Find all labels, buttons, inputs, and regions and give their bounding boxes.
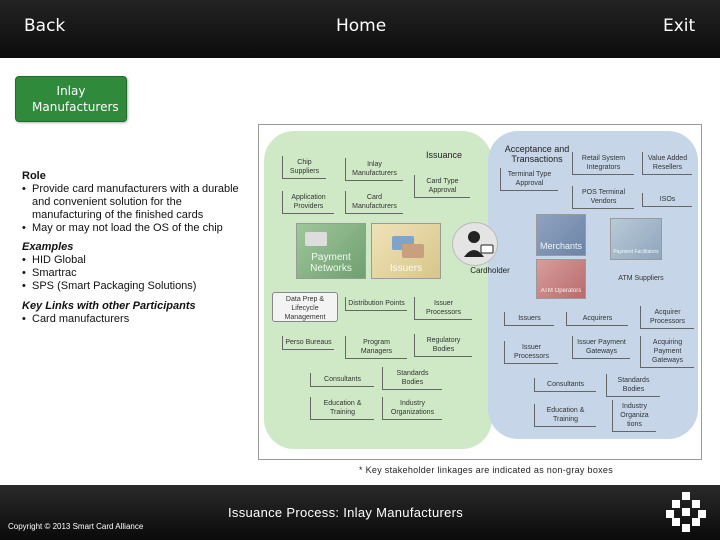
card-image [402,244,424,258]
inlay-manufacturers-node[interactable]: Inlay Manufacturers [345,158,403,181]
example-item: HID Global [22,254,244,267]
consultants-left-node[interactable]: Consultants [310,373,374,387]
retail-system-integrators-node[interactable]: Retail System Integrators [572,152,634,175]
examples-heading: Examples [22,241,74,253]
key-links-section: Key Links with other Participants Card m… [22,300,244,326]
payment-networks-label: Payment Networks [310,252,352,274]
industry-organizations-left-node[interactable]: Industry Organizations [382,397,442,420]
role-section: Role Provide card manufacturers with a d… [22,170,244,235]
key-links-heading: Key Links with other Participants [22,300,196,312]
issuer-processors-left-node[interactable]: Issuer Processors [414,297,472,320]
chip-suppliers-node[interactable]: Chip Suppliers [282,156,326,179]
role-item: May or may not load the OS of the chip [22,222,244,235]
standards-bodies-right-node[interactable]: Standards Bodies [606,374,660,397]
atm-suppliers-node[interactable]: ATM Suppliers [616,272,666,285]
issuers-tile-label: Issuers [389,263,423,274]
example-item: SPS (Smart Packaging Solutions) [22,280,244,293]
key-link-item: Card manufacturers [22,313,244,326]
standards-bodies-left-node[interactable]: Standards Bodies [382,367,442,390]
isos-node[interactable]: ISOs [642,193,692,207]
card-manufacturers-node[interactable]: Card Manufacturers [345,191,403,214]
back-button[interactable]: Back [24,16,65,36]
terminal-type-approval-node[interactable]: Terminal Type Approval [500,168,558,191]
cardholder-label: Cardholder [470,266,510,275]
example-item: Smartrac [22,267,244,280]
acceptance-heading: Acceptance and Transactions [504,144,570,164]
payment-facilitators-tile[interactable]: Payment Facilitators [610,218,662,260]
home-button[interactable]: Home [336,16,386,36]
footer-title: Issuance Process: Inlay Manufacturers [228,505,464,520]
acquiring-payment-gateways-node[interactable]: Acquiring Payment Gateways [640,336,694,368]
atm-operators-tile[interactable]: ATM Operators [536,259,586,299]
inlay-manufacturers-button[interactable]: Inlay Manufacturers [15,76,127,122]
application-providers-node[interactable]: Application Providers [282,191,334,214]
issuers-tile[interactable]: Issuers [371,223,441,279]
atm-operators-tile-label: ATM Operators [540,288,582,294]
merchants-tile[interactable]: Merchants [536,214,586,256]
education-training-left-node[interactable]: Education & Training [310,397,374,420]
terminal-image [305,232,327,246]
perso-bureaus-node[interactable]: Perso Bureaus [282,336,334,350]
cardholder-icon [452,222,498,266]
exit-button[interactable]: Exit [663,16,695,36]
copyright-text: Copyright © 2013 Smart Card Alliance [8,522,144,531]
payment-networks-tile[interactable]: Payment Networks [296,223,366,279]
merchants-tile-label: Merchants [539,241,583,251]
payment-facilitators-tile-label: Payment Facilitators [613,249,659,255]
role-item: Provide card manufacturers with a durabl… [22,183,244,222]
consultants-right-node[interactable]: Consultants [534,378,596,392]
card-type-approval-node[interactable]: Card Type Approval [414,175,470,198]
examples-section: Examples HID Global Smartrac SPS (Smart … [22,241,244,293]
cardholder-glyph [464,231,494,257]
title-button-label: Inlay Manufacturers [32,84,119,114]
regulatory-bodies-node[interactable]: Regulatory Bodies [414,334,472,357]
issuance-heading: Issuance [425,150,463,160]
industry-organizations-right-node[interactable]: Industry Organiza tions [612,400,656,432]
issuer-payment-gateways-node[interactable]: Issuer Payment Gateways [572,336,630,359]
acquirer-processors-node[interactable]: Acquirer Processors [640,306,694,329]
data-prep-node[interactable]: Data Prep & Lifecycle Management [272,292,338,322]
issuer-processors-right-node[interactable]: Issuer Processors [504,341,558,364]
role-heading: Role [22,170,46,182]
education-training-right-node[interactable]: Education & Training [534,404,596,427]
issuers-node[interactable]: Issuers [504,312,554,326]
distribution-points-node[interactable]: Distribution Points [345,297,407,311]
value-added-resellers-node[interactable]: Value Added Resellers [642,152,692,175]
acquirers-node[interactable]: Acquirers [566,312,628,326]
footnote: * Key stakeholder linkages are indicated… [359,465,614,475]
pos-terminal-vendors-node[interactable]: POS Terminal Vendors [572,186,634,209]
smart-card-alliance-logo [666,492,706,532]
program-managers-node[interactable]: Program Managers [345,336,407,359]
